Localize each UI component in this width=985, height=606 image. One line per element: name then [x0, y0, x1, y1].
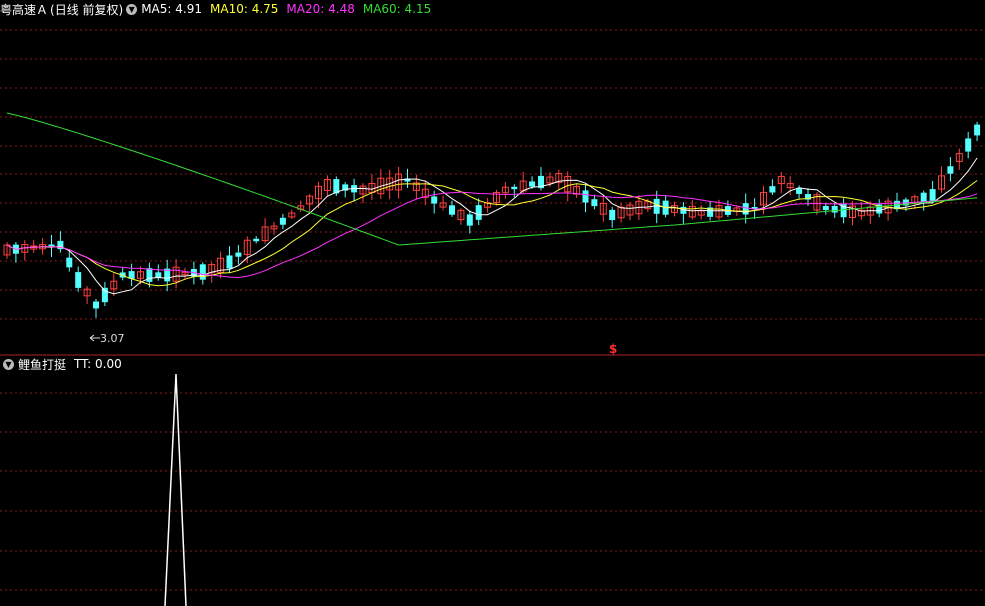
- ma20-line: [6, 191, 978, 279]
- candle-body: [66, 257, 73, 268]
- tt-value: 0.00: [95, 357, 122, 371]
- candle-body: [591, 199, 598, 207]
- candle-body: [742, 203, 749, 215]
- ma20-readout: MA20: 4.48: [286, 2, 354, 16]
- candle-body: [582, 190, 589, 203]
- candle-body: [155, 272, 162, 278]
- candle-body: [511, 186, 518, 190]
- period-label: (日线 前复权): [50, 2, 124, 17]
- chevron-down-icon[interactable]: ▼: [3, 358, 14, 370]
- candle-body: [929, 189, 936, 201]
- candle-body: [974, 124, 981, 136]
- ma20-value: 4.48: [328, 2, 355, 16]
- candle-body: [235, 252, 242, 257]
- candle-body: [101, 287, 108, 303]
- candle-body: [947, 166, 954, 174]
- candle-body: [965, 138, 972, 152]
- candle-body: [822, 205, 829, 211]
- signal-marker: $: [609, 342, 618, 356]
- chart-header: 粤高速Ａ (日线 前复权) ▼ MA5: 4.91 MA10: 4.75 MA2…: [0, 0, 439, 18]
- candle-body: [769, 186, 776, 193]
- ma20-label: MA20:: [286, 2, 325, 16]
- candle-body: [449, 205, 455, 215]
- candle-body: [609, 209, 616, 221]
- candle-body: [475, 205, 482, 220]
- ma60-readout: MA60: 4.15: [363, 2, 431, 16]
- candle-body: [796, 188, 803, 194]
- main-chart[interactable]: [0, 0, 985, 606]
- indicator-header: ▼ 鲤鱼打挺 TT: 0.00: [0, 355, 130, 373]
- candle-body: [920, 192, 927, 203]
- candle-body: [75, 272, 82, 288]
- candle-body: [466, 214, 473, 226]
- candle-body: [831, 205, 838, 213]
- ma5-label: MA5:: [141, 2, 172, 16]
- low-price-label: 3.07: [100, 332, 125, 345]
- ma10-readout: MA10: 4.75: [210, 2, 278, 16]
- ma5-readout: MA5: 4.91: [141, 2, 202, 16]
- ma60-line: [6, 112, 978, 246]
- tt-label: TT:: [74, 357, 92, 371]
- candle-body: [199, 264, 206, 280]
- indicator-spike: [164, 373, 187, 606]
- ma5-line: [6, 157, 978, 295]
- candle-body: [279, 217, 286, 225]
- ma10-value: 4.75: [251, 2, 279, 16]
- stock-name: 粤高速Ａ: [0, 2, 49, 17]
- candle-body: [529, 181, 536, 187]
- candle-body: [226, 255, 233, 269]
- ma5-value: 4.91: [175, 2, 202, 16]
- ma60-value: 4.15: [404, 2, 432, 16]
- indicator-name: 鲤鱼打挺: [18, 357, 67, 372]
- candle-body: [146, 268, 153, 282]
- chevron-down-icon[interactable]: ▼: [126, 3, 138, 15]
- ma60-label: MA60:: [362, 2, 401, 16]
- candle-body: [93, 301, 99, 309]
- ma10-label: MA10:: [210, 2, 248, 16]
- ma10-line: [6, 180, 978, 287]
- candle-body: [431, 196, 438, 204]
- candle-body: [253, 238, 260, 242]
- tt-readout: TT: 0.00: [74, 357, 122, 371]
